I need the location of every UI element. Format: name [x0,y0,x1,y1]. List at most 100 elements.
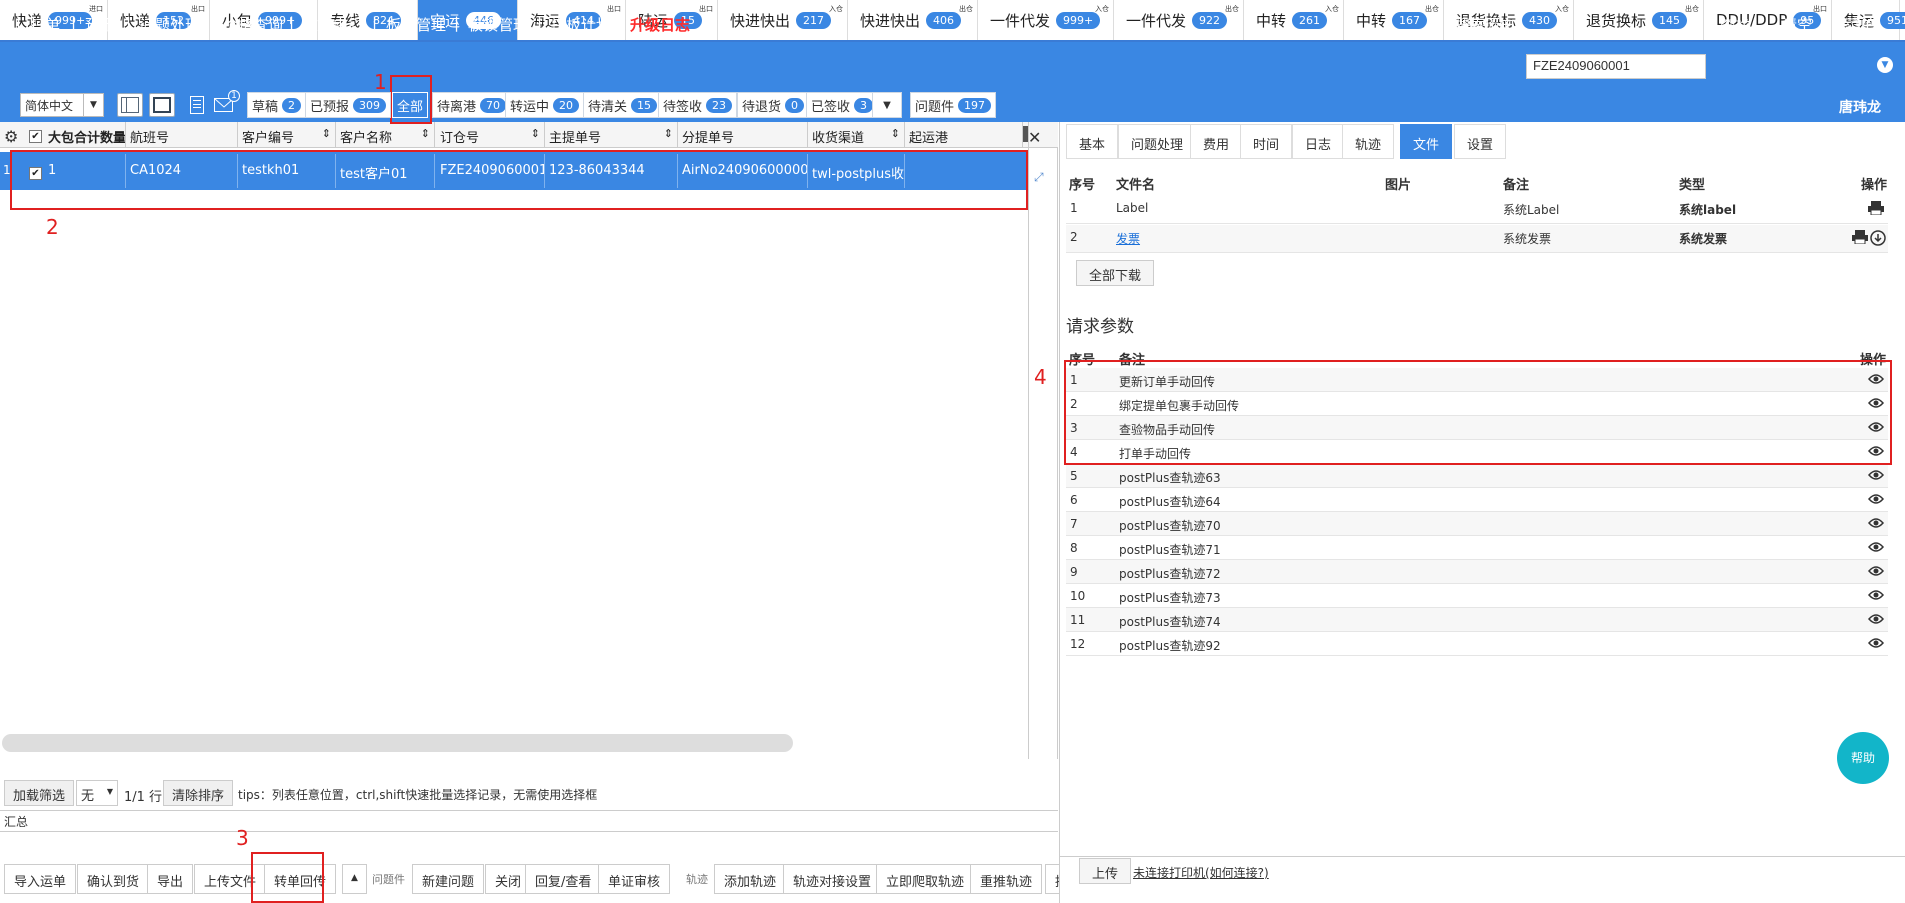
detail-tab-4[interactable]: 时间 [1240,124,1293,159]
download-icon[interactable] [1870,230,1886,249]
select-all-checkbox[interactable]: ✔ [29,128,42,143]
action-button[interactable]: 轨迹对接设置 [783,864,882,894]
menu-button[interactable]: 菜单 [1845,14,1875,35]
top-tab-15[interactable]: 退货换标 145 出仓 [1574,0,1704,40]
layout-left-icon[interactable] [117,93,143,117]
list-icon[interactable] [190,96,204,114]
status-filter-6[interactable]: 待清关 15 [583,92,663,118]
top-tab-tag: 出口 [607,5,621,13]
nav-item-1[interactable]: 打单 [30,14,60,35]
nav-item-9[interactable]: 升级日志 [630,14,690,35]
eye-icon[interactable] [1868,469,1884,481]
action-button[interactable]: 导入运单 [4,864,77,894]
download-all-button[interactable]: 全部下载 [1076,260,1155,286]
status-filter-2[interactable]: 已预报 309 [305,92,392,118]
eye-icon[interactable] [1868,613,1884,625]
param-row: 6 postPlus查轨迹64 [1066,488,1888,512]
sort-icon[interactable]: ⇕ [664,127,673,140]
column-header-8[interactable]: 收货渠道 ⇕ [808,122,905,148]
search-history-link[interactable]: 搜索历史 [1455,14,1515,35]
print-icon[interactable] [1852,230,1868,247]
gear-icon[interactable]: ⚙ [4,127,18,146]
search-input[interactable]: FZE2409060001 [1526,54,1706,79]
annotation-label-1: 1 [374,70,387,94]
detail-tab-6[interactable]: 轨迹 [1342,124,1395,159]
eye-icon[interactable] [1868,517,1884,529]
eye-icon[interactable] [1868,541,1884,553]
column-header-4[interactable]: 客户名称 ⇕ [336,122,435,148]
top-tab-12[interactable]: 中转 261 入仓 [1244,0,1344,40]
status-filter-1[interactable]: 草稿 2 [247,92,307,118]
detail-tab-8[interactable]: 设置 [1454,124,1507,159]
print-icon[interactable] [1868,201,1884,218]
top-tab-9[interactable]: 快进快出 406 出仓 [848,0,978,40]
column-header-5[interactable]: 订仓号 ⇕ [436,122,545,148]
column-header-6[interactable]: 主提单号 ⇕ [545,122,678,148]
detail-tab-1[interactable]: 基本 [1066,124,1119,159]
detail-tab-7[interactable]: 文件 [1400,124,1453,159]
help-button[interactable]: 帮助 [1837,732,1889,784]
status-filter-7[interactable]: 待签收 23 [658,92,738,118]
detail-tab-3[interactable]: 费用 [1190,124,1243,159]
param-no: 10 [1070,589,1086,603]
file-name[interactable]: 发票 [1116,230,1140,247]
clear-button[interactable]: 清空 [1782,14,1812,35]
action-button[interactable]: 重推轨迹 [970,864,1043,894]
clear-sort-button[interactable]: 清除排序 [163,780,234,806]
nav-item-3[interactable]: 问题处理 [140,14,200,35]
more-status-dropdown[interactable]: ▼ [872,92,902,118]
detail-tab-5[interactable]: 日志 [1292,124,1345,159]
action-button[interactable]: 单证审核 [598,864,671,894]
nav-separator: | [16,14,22,32]
nav-item-4[interactable]: 价格查询 [223,14,283,35]
top-tab-11[interactable]: 一件代发 922 出仓 [1114,0,1244,40]
action-button[interactable]: 确认到货 [77,864,150,894]
status-filter-8[interactable]: 待退货 0 [737,92,810,118]
file-row: 1 Label 系统Label 系统label [1066,196,1888,224]
problem-items-filter[interactable]: 问题件 197 [910,92,997,118]
status-filter-5[interactable]: 转运中 20 [505,92,585,118]
status-filter-4[interactable]: 待离港 70 [432,92,512,118]
nav-item-5[interactable]: 文档中心 [303,14,363,35]
nav-item-2[interactable]: 预报 [85,14,115,35]
language-select[interactable]: 简体中文 ▼ [20,93,104,117]
column-header-9[interactable]: 起运港 [905,122,1023,148]
eye-icon[interactable] [1868,493,1884,505]
nav-item-6[interactable]: 板箱管理 [386,14,446,35]
eye-icon[interactable] [1868,637,1884,649]
top-tab-10[interactable]: 一件代发 999+ 入仓 [978,0,1114,40]
top-tab-8[interactable]: 快进快出 217 入仓 [718,0,848,40]
layout-full-icon[interactable] [149,93,175,117]
detail-tab-2[interactable]: 问题处理 [1118,124,1197,159]
action-button[interactable]: 新建问题 [412,864,485,894]
filter-select[interactable]: 无 ▼ [76,780,118,806]
eye-icon[interactable] [1868,589,1884,601]
column-header-3[interactable]: 客户编号 ⇕ [238,122,336,148]
nav-item-8[interactable]: 拼板计划 [551,14,611,35]
action-button[interactable]: 导出 [147,864,194,894]
file-no: 2 [1070,230,1078,244]
chevron-down-icon[interactable]: ▼ [1877,57,1893,73]
load-filter-button[interactable]: 加载筛选 [4,780,75,806]
action-button[interactable]: 添加轨迹 [714,864,787,894]
status-filter-3[interactable]: 全部 [392,92,429,118]
sort-icon[interactable]: ⇕ [531,127,540,140]
eye-icon[interactable] [1868,565,1884,577]
find-button[interactable]: 查找 [1720,14,1750,35]
filter-select-value: 无 [81,789,95,804]
sort-icon[interactable]: ⇕ [322,127,331,140]
status-filter-9[interactable]: 已签收 3 [806,92,879,118]
action-button[interactable]: 回复/查看 [525,864,602,894]
top-tab-13[interactable]: 中转 167 出仓 [1344,0,1444,40]
sort-icon[interactable]: ⇕ [421,127,430,140]
printer-status-link[interactable]: 未连接打印机(如何连接?) [1133,864,1269,881]
column-header-2[interactable]: 航班号 [126,122,238,148]
action-button[interactable]: 立即爬取轨迹 [876,864,975,894]
horizontal-scrollbar[interactable] [2,734,793,752]
sort-icon[interactable]: ⇕ [891,127,900,140]
nav-item-7[interactable]: 板锁管理 [468,14,528,35]
more-actions-button[interactable]: ▲ [342,864,367,894]
column-header-1[interactable]: 大包合计数量 [44,122,126,148]
upload-button[interactable]: 上传 [1079,858,1132,884]
column-header-7[interactable]: 分提单号 [678,122,808,148]
